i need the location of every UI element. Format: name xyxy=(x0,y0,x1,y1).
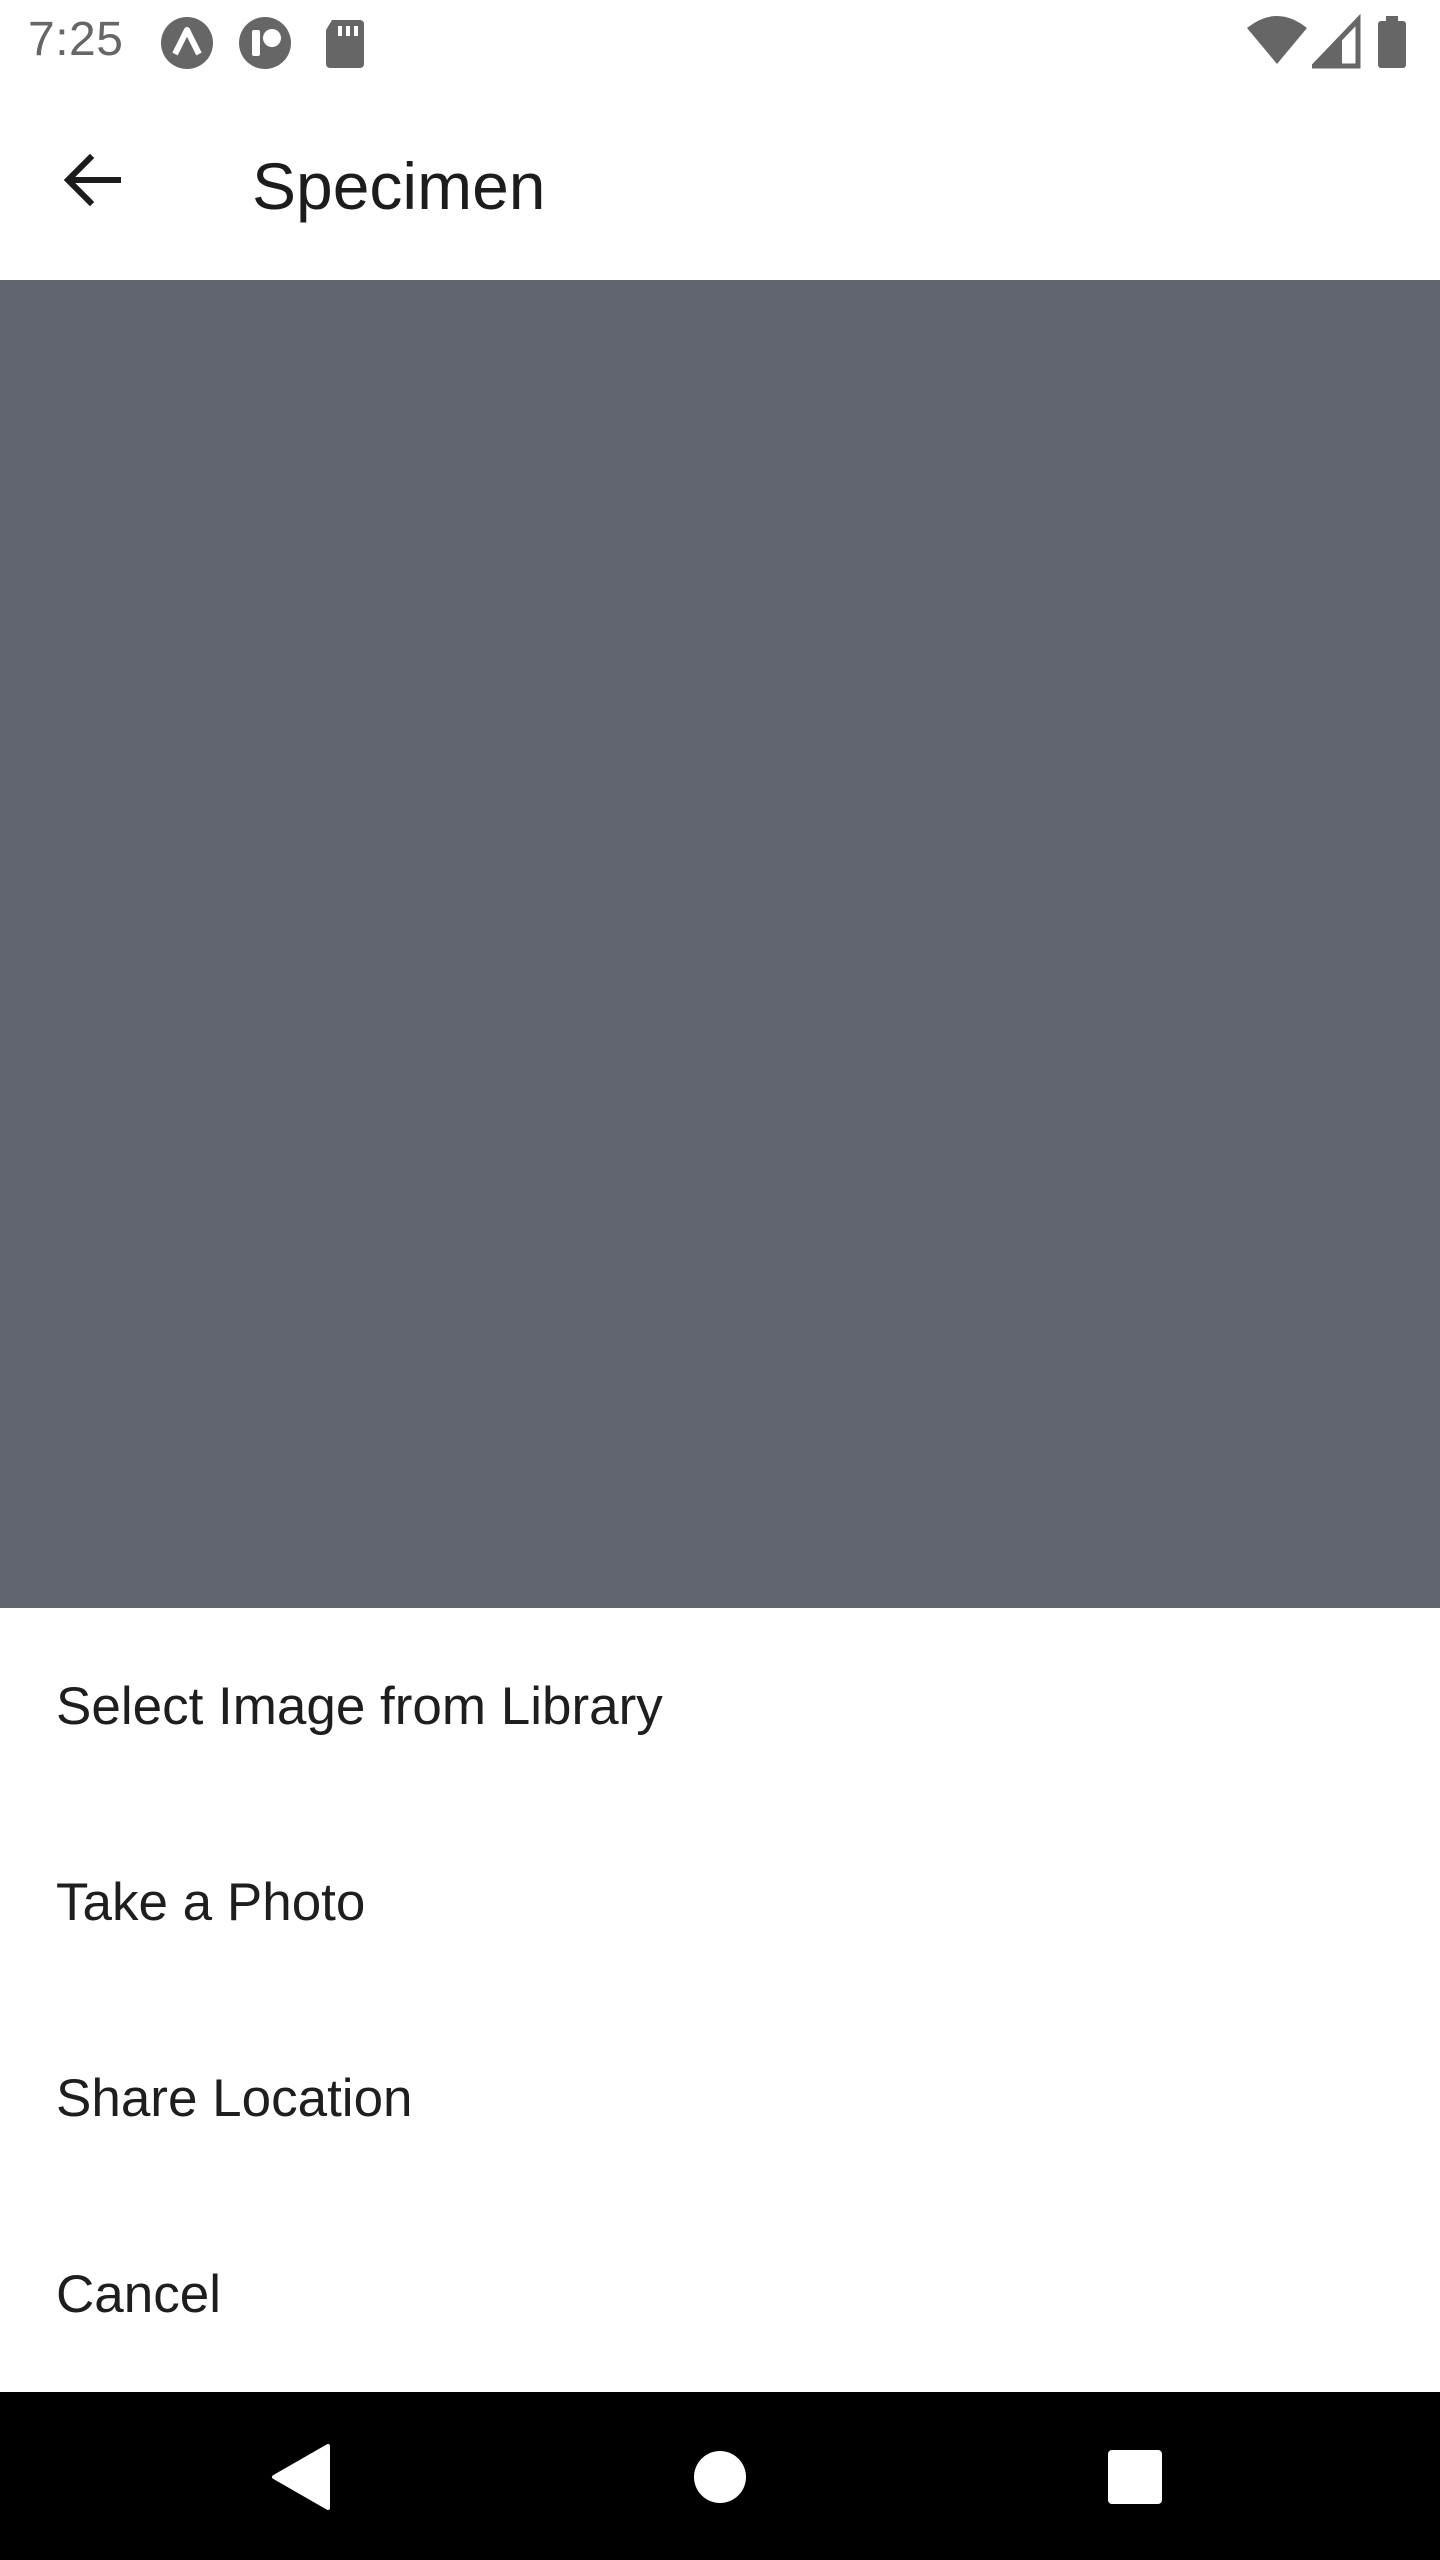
app-r-icon xyxy=(239,17,291,69)
nav-back-icon[interactable] xyxy=(256,2432,346,2522)
action-sheet: Select Image from Library Take a Photo S… xyxy=(0,1608,1440,2392)
signal-icon xyxy=(1312,14,1361,69)
select-image-from-library-option[interactable]: Select Image from Library xyxy=(0,1608,1440,1804)
app-bar: Specimen xyxy=(0,84,1440,280)
sd-card-icon xyxy=(326,20,364,68)
system-status xyxy=(1246,14,1416,70)
back-button[interactable] xyxy=(38,126,146,234)
page-title: Specimen xyxy=(252,149,546,223)
battery-icon xyxy=(1378,16,1406,68)
system-navigation-bar xyxy=(0,2392,1440,2560)
cancel-option[interactable]: Cancel xyxy=(0,2196,1440,2392)
screen: 7:25 Specimen Select Image from Library … xyxy=(0,0,1440,2560)
arrow-back-icon xyxy=(63,153,121,207)
status-time: 7:25 xyxy=(28,13,124,66)
wifi-icon xyxy=(1247,16,1307,64)
share-location-option[interactable]: Share Location xyxy=(0,2000,1440,2196)
nav-home-icon[interactable] xyxy=(675,2432,765,2522)
nav-recents-icon[interactable] xyxy=(1090,2432,1180,2522)
status-bar: 7:25 xyxy=(0,0,1440,84)
backdrop-scrim[interactable] xyxy=(0,280,1440,1608)
take-a-photo-option[interactable]: Take a Photo xyxy=(0,1804,1440,2000)
app-a-icon xyxy=(161,17,213,69)
